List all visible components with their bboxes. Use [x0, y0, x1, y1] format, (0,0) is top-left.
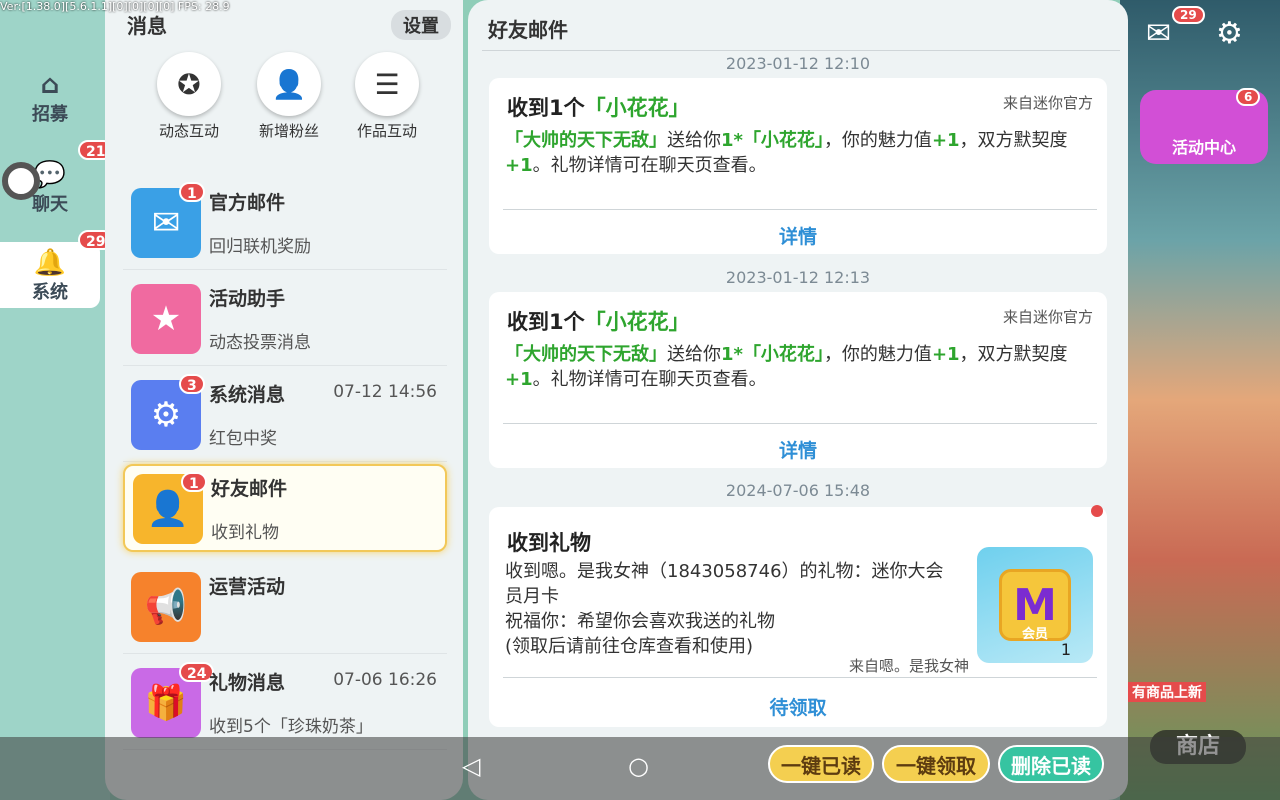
- item-badge: 1: [179, 182, 205, 202]
- quick-label: 作品互动: [356, 122, 417, 140]
- item-name: 好友邮件: [211, 478, 288, 500]
- item-badge: 3: [179, 374, 205, 394]
- item-sub: 回归联机奖励: [209, 237, 311, 257]
- back-icon[interactable]: ◁: [462, 752, 480, 780]
- new-goods-tag: 有商品上新: [1128, 682, 1206, 702]
- item-name: 活动助手: [209, 288, 286, 310]
- vip-card-image[interactable]: M 会员 1: [977, 547, 1093, 663]
- claim-pending-link[interactable]: 待领取: [489, 693, 1107, 720]
- home-circle-icon[interactable]: ○: [628, 752, 649, 780]
- tab-chat-label: 聊天: [32, 194, 68, 215]
- list-item-operation-events[interactable]: 📢 运营活动: [123, 560, 447, 654]
- star-bubble-icon: ✪: [157, 52, 221, 116]
- settings-button[interactable]: 设置: [391, 10, 451, 40]
- card-title: 收到礼物: [507, 531, 591, 555]
- card-body: 「大帅的天下无敌」送给你1*「小花花」，你的魅力值+1，双方默契度+1。礼物详情…: [505, 344, 1068, 390]
- gift-mail-card: 收到礼物 收到嗯。是我女神（1843058746）的礼物：迷你大会员月卡 祝福你…: [489, 505, 1107, 727]
- details-link[interactable]: 详情: [489, 436, 1107, 463]
- bell-icon: 🔔: [33, 248, 67, 278]
- list-item-official-mail[interactable]: ✉ 1 官方邮件 回归联机奖励: [123, 176, 447, 270]
- mail-card: 收到1个「小花花」 来自迷你官方 「大帅的天下无敌」送给你1*「小花花」，你的魅…: [489, 78, 1107, 254]
- quick-feed-interaction[interactable]: ✪ 动态互动: [149, 52, 229, 141]
- quick-label: 新增粉丝: [258, 122, 319, 140]
- event-center-label: 活动中心: [1171, 138, 1236, 157]
- item-sub: 红包中奖: [209, 429, 277, 449]
- new-fan-icon: 👤: [257, 52, 321, 116]
- bookmark-star-icon: ★: [131, 284, 201, 354]
- gift-image-label: 会员: [1021, 627, 1048, 642]
- gear-icon[interactable]: ⚙: [1216, 16, 1243, 51]
- divider: [503, 423, 1097, 424]
- details-link[interactable]: 详情: [489, 222, 1107, 249]
- tab-system[interactable]: 🔔 系统 29: [0, 230, 114, 308]
- list-item-event-assistant[interactable]: ★ 活动助手 动态投票消息: [123, 272, 447, 366]
- divider: [503, 209, 1097, 210]
- divider: [503, 677, 1097, 678]
- quick-label: 动态互动: [158, 122, 219, 140]
- item-time: 07-06 16:26: [333, 670, 437, 690]
- item-time: 07-12 14:56: [333, 382, 437, 402]
- card-title: 收到1个「小花花」: [507, 310, 690, 334]
- unread-dot: [1091, 505, 1103, 517]
- quick-works-interaction[interactable]: ☰ 作品互动: [347, 52, 427, 141]
- item-sub: 收到礼物: [211, 523, 279, 543]
- message-list-title: 消息: [127, 14, 167, 38]
- mail-icon[interactable]: ✉: [1146, 16, 1171, 51]
- list-item-system-message[interactable]: ⚙ 3 系统消息 07-12 14:56 红包中奖: [123, 368, 447, 462]
- gift-line: 收到嗯。是我女神（1843058746）的礼物：迷你大会员月卡: [505, 561, 944, 607]
- card-body: 「大帅的天下无敌」送给你1*「小花花」，你的魅力值+1，双方默契度+1。礼物详情…: [505, 130, 1068, 176]
- divider: [482, 50, 1120, 51]
- item-name: 系统消息: [209, 384, 286, 406]
- event-badge: 6: [1236, 88, 1261, 106]
- mail-date: 2024-07-06 15:48: [725, 481, 871, 500]
- gift-wish: 祝福你：希望你会喜欢我送的礼物: [505, 611, 775, 632]
- item-sub: 动态投票消息: [209, 333, 311, 353]
- mail-date: 2023-01-12 12:13: [725, 268, 871, 287]
- read-all-button[interactable]: 一键已读: [768, 745, 874, 783]
- mail-title: 好友邮件: [488, 18, 568, 42]
- list-icon: ☰: [355, 52, 419, 116]
- mail-badge: 29: [1172, 6, 1205, 24]
- version-text: Ver:[1.38.0][5.6.1.1][0][0][0][0] FPS: 2…: [0, 0, 230, 13]
- home-icon: ⌂: [40, 70, 60, 100]
- tab-recruit[interactable]: ⌂ 招募: [0, 70, 100, 130]
- mail-card: 收到1个「小花花」 来自迷你官方 「大帅的天下无敌」送给你1*「小花花」，你的魅…: [489, 292, 1107, 468]
- gift-count: 1: [1060, 640, 1071, 659]
- list-item-gift-message[interactable]: 🎁 24 礼物消息 07-06 16:26 收到5个「珍珠奶茶」: [123, 656, 447, 750]
- card-from: 来自嗯。是我女神: [848, 657, 969, 675]
- tab-recruit-label: 招募: [32, 104, 68, 125]
- card-body: 收到嗯。是我女神（1843058746）的礼物：迷你大会员月卡 祝福你：希望你会…: [505, 559, 955, 659]
- item-badge: 1: [181, 472, 207, 492]
- megaphone-icon: 📢: [131, 572, 201, 642]
- delete-read-button[interactable]: 删除已读: [998, 745, 1104, 783]
- item-name: 运营活动: [209, 576, 286, 598]
- item-name: 礼物消息: [209, 672, 286, 694]
- item-name: 官方邮件: [209, 192, 286, 214]
- floating-assist-button[interactable]: [2, 162, 40, 200]
- message-list-panel: 消息 设置 ✪ 动态互动 👤 新增粉丝 ☰ 作品互动 ✉ 1 官方邮件 回归联机…: [105, 0, 463, 800]
- card-from: 来自迷你官方: [1002, 308, 1093, 326]
- mail-detail-panel: 好友邮件 2023-01-12 12:10 收到1个「小花花」 来自迷你官方 「…: [468, 0, 1128, 800]
- quick-new-fans[interactable]: 👤 新增粉丝: [249, 52, 329, 141]
- card-title: 收到1个「小花花」: [507, 96, 690, 120]
- claim-all-button[interactable]: 一键领取: [882, 745, 990, 783]
- card-from: 来自迷你官方: [1002, 94, 1093, 112]
- item-sub: 收到5个「珍珠奶茶」: [209, 717, 373, 737]
- tab-system-label: 系统: [32, 282, 68, 303]
- mail-date: 2023-01-12 12:10: [725, 54, 871, 73]
- list-item-friend-mail[interactable]: 👤 1 好友邮件 收到礼物: [123, 464, 447, 552]
